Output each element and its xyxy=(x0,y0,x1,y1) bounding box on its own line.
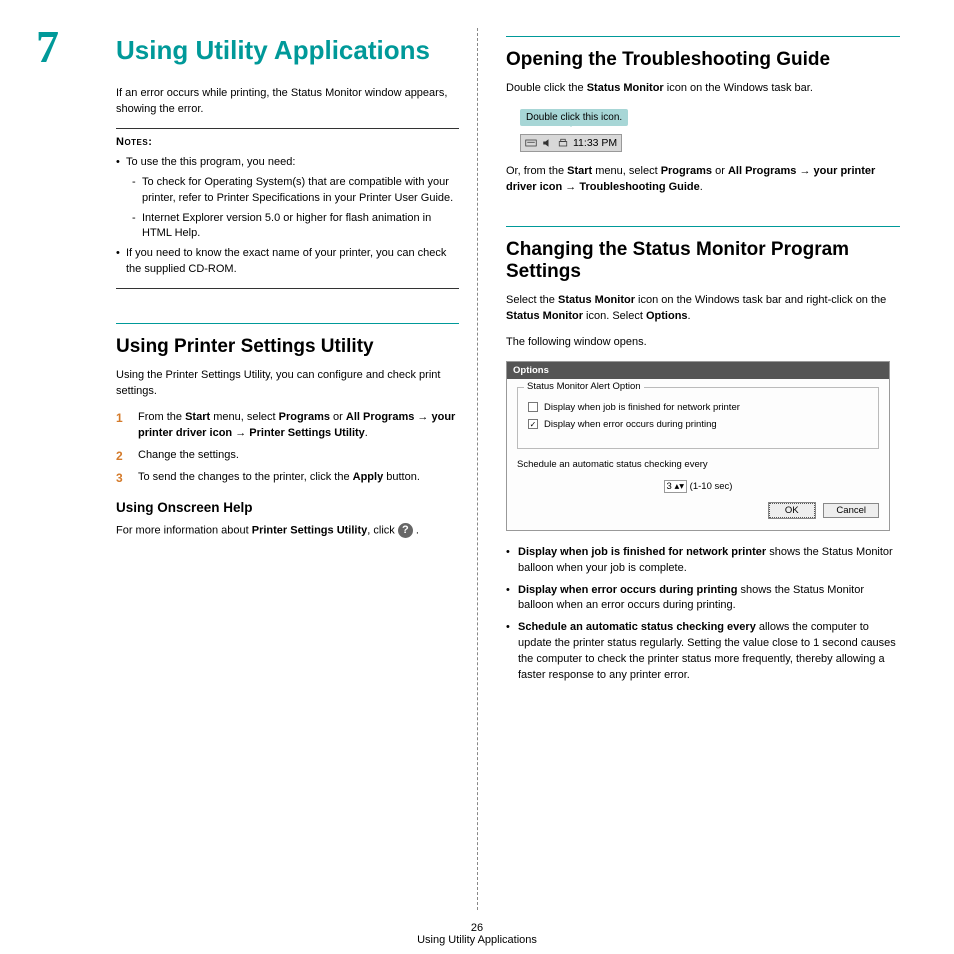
interval-unit: (1-10 sec) xyxy=(690,481,733,492)
section-intro: Using the Printer Settings Utility, you … xyxy=(116,368,459,400)
fieldset-legend: Status Monitor Alert Option xyxy=(524,381,644,392)
notes-label: Notes: xyxy=(116,136,152,148)
list-item: Display when error occurs during printin… xyxy=(506,583,900,615)
left-column: Using Utility Applications If an error o… xyxy=(36,28,477,910)
checkbox-label: Display when error occurs during printin… xyxy=(544,419,717,430)
steps-list: From the Start menu, select Programs or … xyxy=(116,410,459,486)
page-number: 26 xyxy=(0,922,954,934)
printer-icon xyxy=(557,137,569,149)
note-subitem: To check for Operating System(s) that ar… xyxy=(126,175,459,207)
chapter-number: 7 xyxy=(36,20,59,73)
list-item: Display when job is finished for network… xyxy=(506,545,900,577)
note-subitem: Internet Explorer version 5.0 or higher … xyxy=(126,211,459,243)
right-column: Opening the Troubleshooting Guide Double… xyxy=(477,28,918,910)
note-item: If you need to know the exact name of yo… xyxy=(116,246,459,278)
notes-rule-bottom xyxy=(116,288,459,289)
tray-clock: 11:33 PM xyxy=(573,137,617,149)
section-heading-printer-settings: Using Printer Settings Utility xyxy=(116,336,459,358)
audio-icon xyxy=(541,137,553,149)
chapter-title: Using Utility Applications xyxy=(54,36,459,66)
schedule-row: 3 ▴▾ (1-10 sec) xyxy=(517,480,879,493)
option-explain-list: Display when job is finished for network… xyxy=(506,545,900,685)
checkbox-unchecked-icon[interactable] xyxy=(528,402,538,412)
intro-paragraph: If an error occurs while printing, the S… xyxy=(116,86,459,118)
checkbox-row[interactable]: Display when job is finished for network… xyxy=(528,402,868,413)
footer-title: Using Utility Applications xyxy=(0,934,954,946)
alert-option-fieldset: Status Monitor Alert Option Display when… xyxy=(517,387,879,449)
page-footer: 26 Using Utility Applications xyxy=(0,922,954,946)
section-heading-troubleshooting: Opening the Troubleshooting Guide xyxy=(506,49,900,71)
interval-spinner[interactable]: 3 ▴▾ xyxy=(664,480,687,493)
help-paragraph: For more information about Printer Setti… xyxy=(116,523,459,539)
tray-figure: Double click this icon. 11:33 PM xyxy=(520,107,890,154)
section-heading-status-monitor-settings: Changing the Status Monitor Program Sett… xyxy=(506,239,900,283)
checkbox-checked-icon[interactable]: ✓ xyxy=(528,419,538,429)
ok-button[interactable]: OK xyxy=(769,503,815,518)
paragraph: Or, from the Start menu, select Programs… xyxy=(506,164,900,196)
paragraph: Double click the Status Monitor icon on … xyxy=(506,81,900,97)
taskbar-tray: 11:33 PM xyxy=(520,134,622,152)
checkbox-label: Display when job is finished for network… xyxy=(544,402,740,413)
paragraph: Select the Status Monitor icon on the Wi… xyxy=(506,293,900,325)
help-icon: ? xyxy=(398,523,413,538)
paragraph: The following window opens. xyxy=(506,335,900,351)
subheading-onscreen-help: Using Onscreen Help xyxy=(116,500,459,515)
section-rule xyxy=(506,36,900,37)
cancel-button[interactable]: Cancel xyxy=(823,503,879,518)
options-dialog: Options Status Monitor Alert Option Disp… xyxy=(506,361,890,531)
keyboard-icon xyxy=(525,137,537,149)
list-item: Schedule an automatic status checking ev… xyxy=(506,620,900,684)
dialog-titlebar: Options xyxy=(507,362,889,379)
callout-label: Double click this icon. xyxy=(520,109,628,126)
section-rule xyxy=(506,226,900,227)
checkbox-row[interactable]: ✓ Display when error occurs during print… xyxy=(528,419,868,430)
note-item: To use the this program, you need: To ch… xyxy=(116,155,459,243)
step-item: Change the settings. xyxy=(116,448,459,464)
step-item: To send the changes to the printer, clic… xyxy=(116,470,459,486)
step-item: From the Start menu, select Programs or … xyxy=(116,410,459,442)
section-rule xyxy=(116,323,459,324)
schedule-label: Schedule an automatic status checking ev… xyxy=(517,459,879,470)
notes-block: Notes: To use the this program, you need… xyxy=(116,129,459,289)
